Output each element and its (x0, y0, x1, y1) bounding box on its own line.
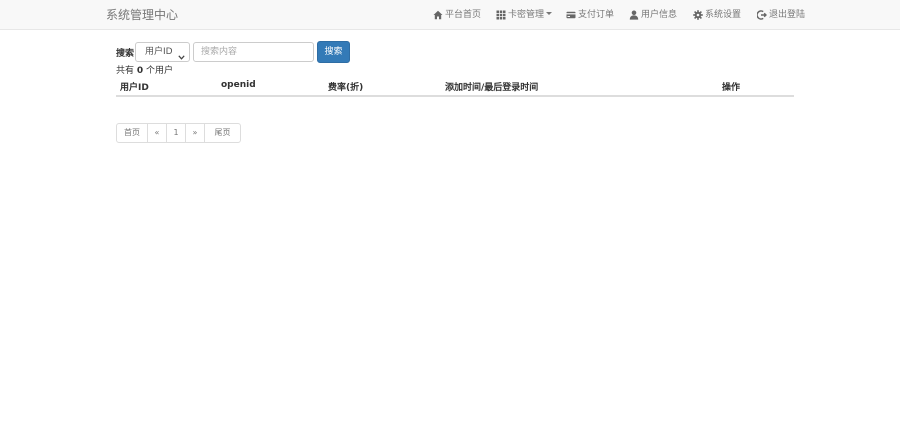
user-count-prefix: 共有 (116, 66, 135, 76)
top-navbar: 系统管理中心 平台首页 卡密管理 支付订单 用户信息 系统设置 退出登陆 (0, 0, 900, 30)
users-table-header: 用户ID openid 费率(折) 添加时间/最后登录时间 操作 (116, 77, 794, 97)
nav-item-logout[interactable]: 退出登陆 (757, 9, 805, 21)
search-field-select-value: 用户ID (145, 47, 173, 57)
pagination-last[interactable]: 尾页 (204, 123, 241, 143)
nav-item-card-management-label: 卡密管理 (508, 10, 545, 20)
nav-item-user-info[interactable]: 用户信息 (629, 9, 677, 21)
column-header-time: 添加时间/最后登录时间 (445, 83, 539, 93)
search-input[interactable] (193, 42, 314, 62)
user-icon (629, 10, 639, 20)
nav-item-system-settings-label: 系统设置 (705, 10, 742, 20)
column-header-actions: 操作 (722, 83, 741, 93)
logout-icon (757, 10, 767, 20)
nav-item-payment-orders-label: 支付订单 (578, 10, 615, 20)
search-label: 搜索 (116, 49, 135, 59)
nav-item-system-settings[interactable]: 系统设置 (693, 9, 741, 21)
nav-item-home[interactable]: 平台首页 (433, 9, 481, 21)
nav-item-user-info-label: 用户信息 (641, 10, 678, 20)
nav-item-logout-label: 退出登陆 (769, 10, 806, 20)
search-field-select[interactable]: 用户ID (135, 42, 190, 62)
nav-item-card-management[interactable]: 卡密管理 (496, 9, 553, 21)
chevron-down-icon (546, 12, 553, 15)
credit-card-icon (566, 10, 576, 20)
column-header-user-id: 用户ID (120, 83, 149, 93)
home-icon (433, 10, 443, 20)
pagination-prev[interactable]: « (147, 123, 167, 143)
pagination-next[interactable]: » (185, 123, 205, 143)
brand-title[interactable]: 系统管理中心 (106, 8, 178, 22)
pagination-first[interactable]: 首页 (116, 123, 148, 143)
gear-icon (693, 10, 703, 20)
column-header-rate: 费率(折) (328, 83, 364, 93)
pagination-page-1[interactable]: 1 (166, 123, 186, 143)
column-header-openid: openid (221, 80, 256, 90)
chevron-down-icon (178, 49, 185, 67)
user-count-suffix: 个用户 (146, 66, 174, 76)
user-count-summary: 共有 0 个用户 (116, 63, 173, 76)
user-count-value: 0 (136, 66, 144, 76)
nav-item-payment-orders[interactable]: 支付订单 (566, 9, 614, 21)
search-button[interactable]: 搜索 (317, 41, 350, 63)
nav-item-home-label: 平台首页 (445, 10, 482, 20)
grid-icon (496, 10, 506, 20)
